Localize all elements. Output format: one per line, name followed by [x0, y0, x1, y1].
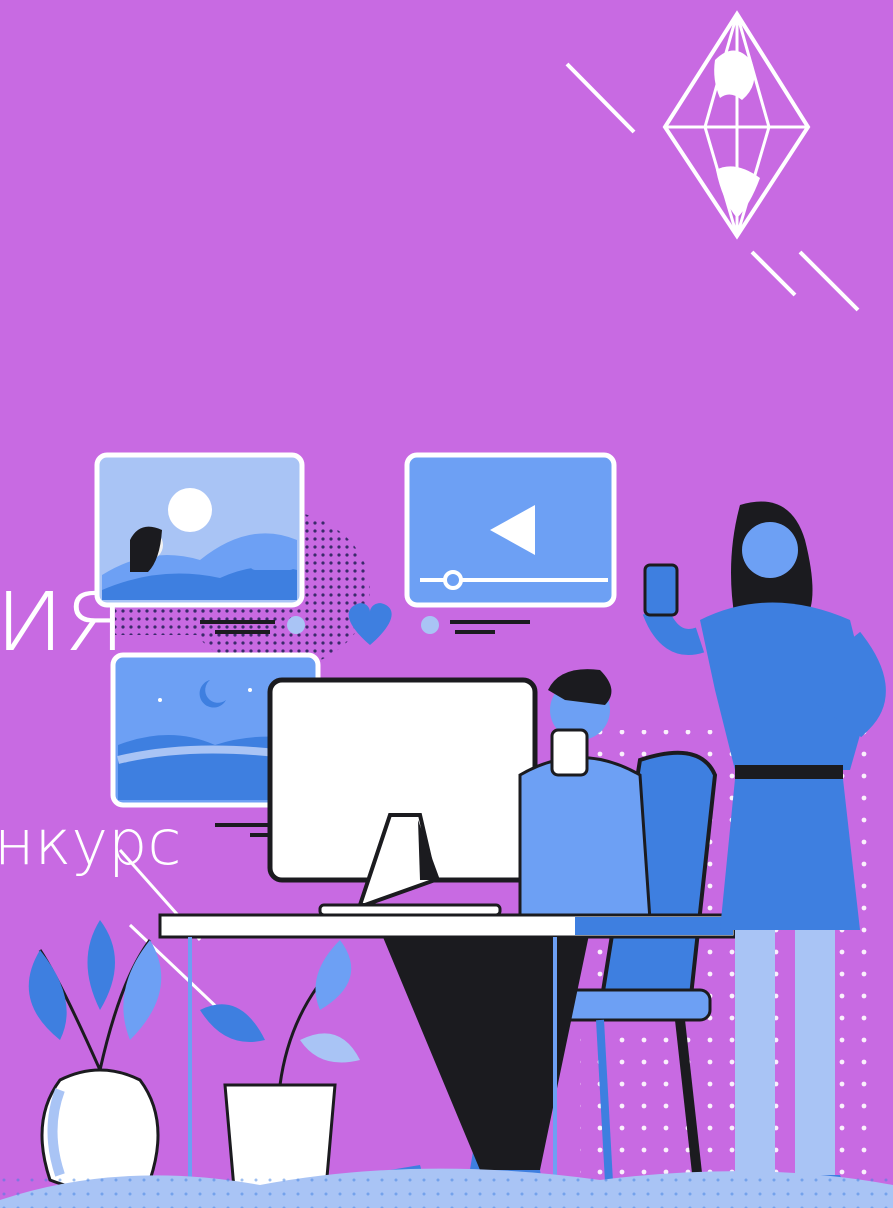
photo-card-icon [94, 452, 305, 608]
heart-icon [348, 603, 392, 645]
computer-monitor [267, 677, 538, 917]
diamond-globe-logo [565, 10, 860, 312]
video-player-icon [404, 452, 617, 608]
plant-left [28, 920, 162, 1192]
plant-middle [200, 940, 360, 1202]
illustration [0, 10, 893, 1208]
